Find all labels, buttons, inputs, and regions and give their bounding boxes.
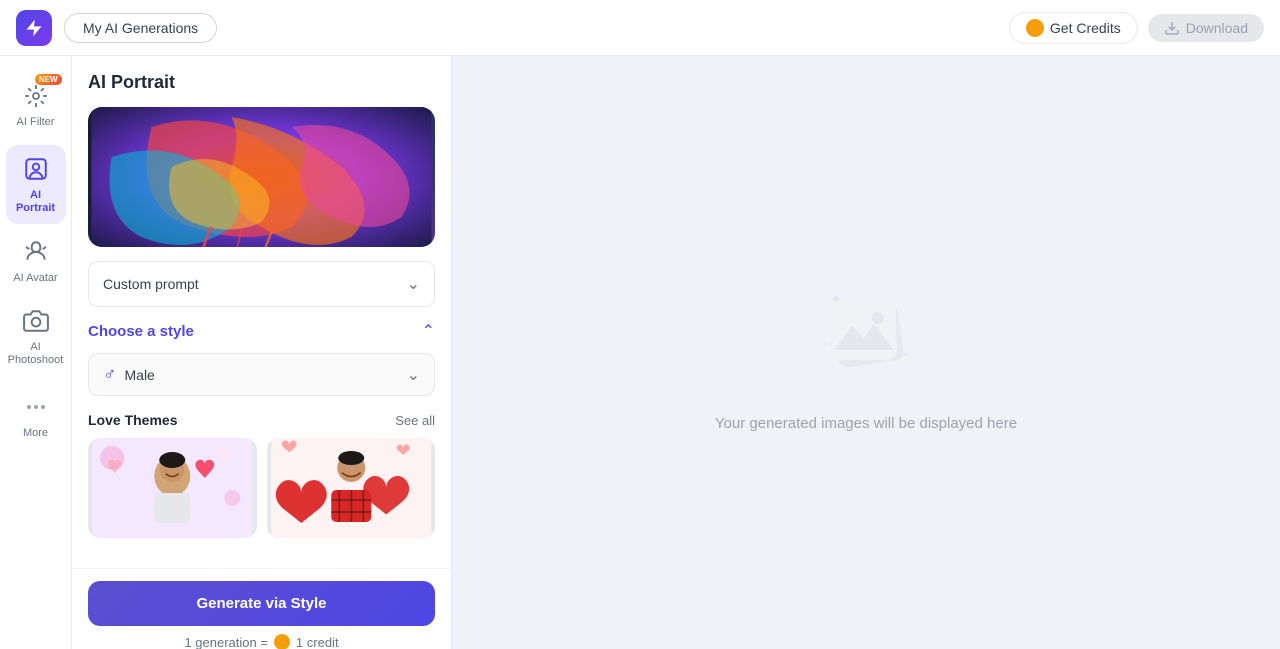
credits-value: 1 credit bbox=[296, 635, 339, 649]
get-credits-label: Get Credits bbox=[1050, 20, 1121, 36]
gender-chevron-icon: ⌄ bbox=[407, 365, 420, 385]
gender-label: Male bbox=[125, 367, 155, 383]
love-themes-title: Love Themes bbox=[88, 412, 177, 428]
hero-image bbox=[88, 107, 435, 247]
custom-prompt-label: Custom prompt bbox=[103, 276, 199, 292]
sidebar-item-ai-avatar[interactable]: AI Avatar bbox=[6, 228, 66, 293]
see-all-button[interactable]: See all bbox=[395, 413, 435, 428]
theme-card-2[interactable] bbox=[267, 438, 436, 538]
header-right: Get Credits Download bbox=[1009, 12, 1264, 44]
panel-footer: Generate via Style 1 generation = 1 cred… bbox=[72, 568, 451, 649]
download-button[interactable]: Download bbox=[1148, 14, 1264, 42]
credits-coin-icon bbox=[274, 634, 290, 649]
generate-button[interactable]: Generate via Style bbox=[88, 581, 435, 626]
panel: AI Portrait bbox=[72, 56, 452, 649]
header-left: My AI Generations bbox=[16, 10, 217, 46]
custom-prompt-row[interactable]: Custom prompt ⌄ bbox=[88, 261, 435, 307]
theme-card-1[interactable] bbox=[88, 438, 257, 538]
empty-state-icon bbox=[806, 274, 926, 399]
content-area: Your generated images will be displayed … bbox=[452, 56, 1280, 649]
sidebar-item-more[interactable]: More bbox=[6, 383, 66, 448]
sidebar: NEW AI Filter AI Portrait bbox=[0, 56, 72, 649]
main-layout: NEW AI Filter AI Portrait bbox=[0, 56, 1280, 649]
header: My AI Generations Get Credits Download bbox=[0, 0, 1280, 56]
ai-photoshoot-label: AI Photoshoot bbox=[8, 341, 64, 367]
new-badge: NEW bbox=[35, 74, 62, 85]
panel-title: AI Portrait bbox=[88, 72, 435, 93]
get-credits-button[interactable]: Get Credits bbox=[1009, 12, 1138, 44]
choose-style-row: Choose a style ⌃ bbox=[88, 321, 435, 341]
gender-dropdown[interactable]: ♂ Male ⌄ bbox=[88, 353, 435, 396]
my-generations-button[interactable]: My AI Generations bbox=[64, 13, 217, 43]
sidebar-item-ai-filter[interactable]: NEW AI Filter bbox=[6, 72, 66, 137]
credits-info: 1 generation = 1 credit bbox=[88, 634, 435, 649]
ai-avatar-label: AI Avatar bbox=[13, 272, 57, 285]
sidebar-item-ai-portrait[interactable]: AI Portrait bbox=[6, 145, 66, 223]
sidebar-item-ai-photoshoot[interactable]: AI Photoshoot bbox=[6, 297, 66, 375]
credits-label: 1 generation = bbox=[184, 635, 267, 649]
male-icon: ♂ bbox=[103, 364, 117, 385]
ai-portrait-label: AI Portrait bbox=[10, 189, 62, 215]
ai-portrait-icon bbox=[20, 153, 52, 185]
more-icon bbox=[20, 391, 52, 423]
empty-state-text: Your generated images will be displayed … bbox=[715, 415, 1017, 432]
more-label: More bbox=[23, 427, 48, 440]
choose-style-label: Choose a style bbox=[88, 323, 194, 340]
love-themes-header: Love Themes See all bbox=[88, 412, 435, 428]
ai-photoshoot-icon bbox=[20, 305, 52, 337]
custom-prompt-chevron-icon: ⌄ bbox=[407, 274, 420, 294]
gender-left: ♂ Male bbox=[103, 364, 155, 385]
theme-grid bbox=[88, 438, 435, 538]
choose-style-chevron-icon[interactable]: ⌃ bbox=[422, 321, 435, 341]
coin-icon bbox=[1026, 19, 1044, 37]
ai-filter-label: AI Filter bbox=[17, 116, 55, 129]
download-label: Download bbox=[1186, 20, 1248, 36]
app-logo bbox=[16, 10, 52, 46]
ai-avatar-icon bbox=[20, 236, 52, 268]
